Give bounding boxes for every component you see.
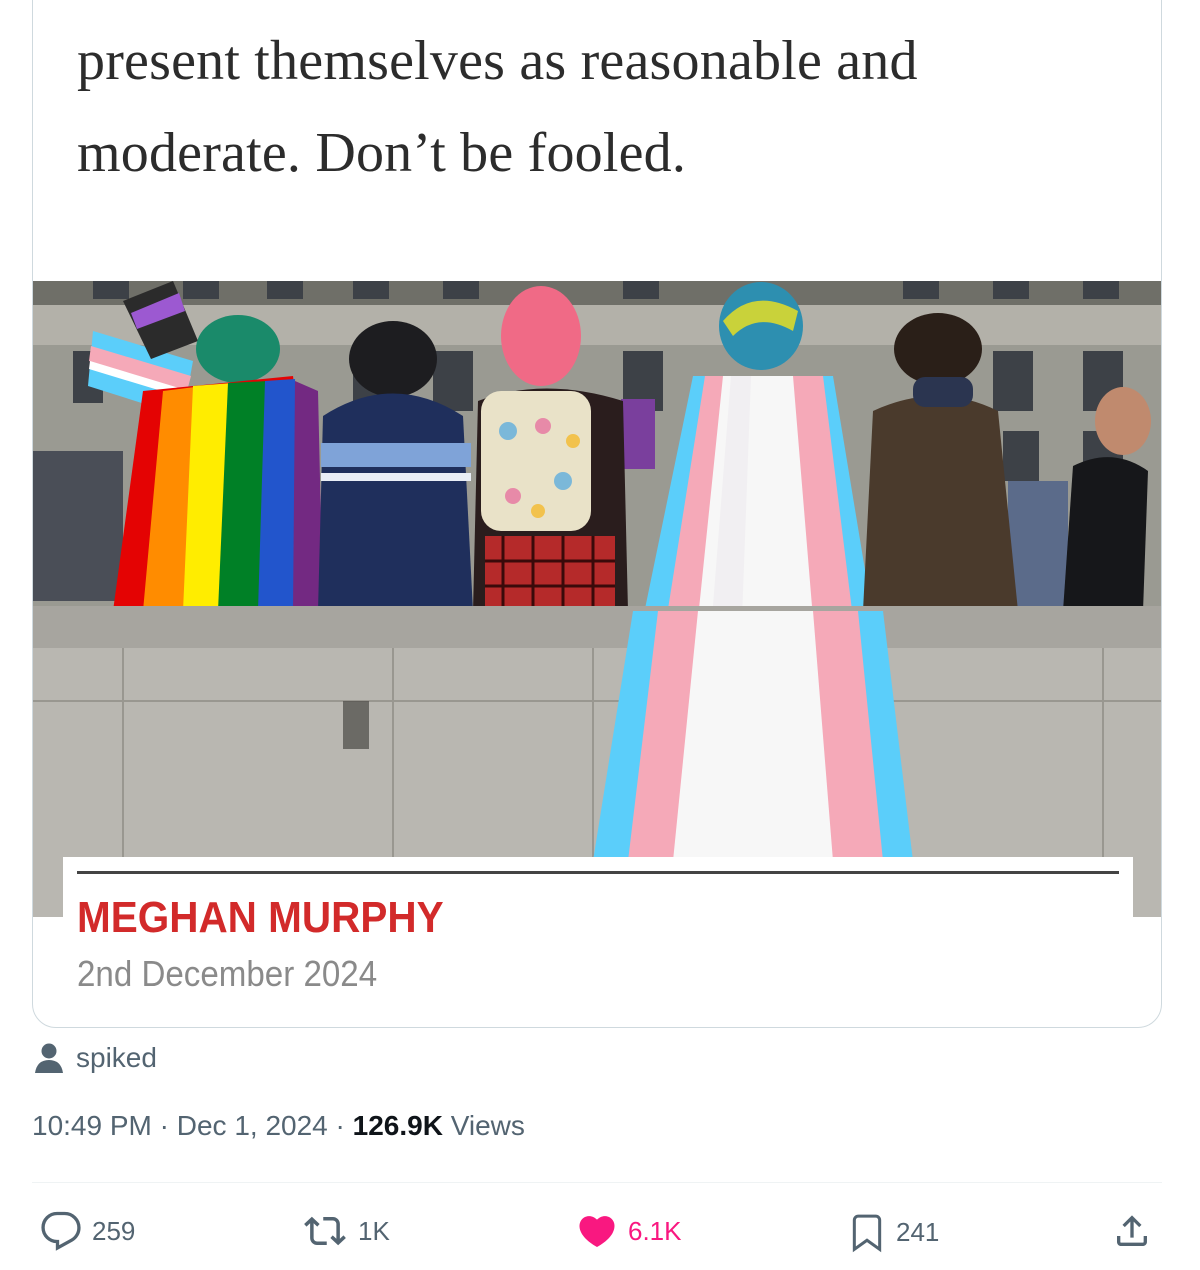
person-icon (35, 1043, 63, 1073)
repost-icon (304, 1216, 346, 1246)
repost-count: 1K (358, 1215, 390, 1246)
bookmark-button[interactable]: 241 (848, 1210, 939, 1254)
headline-line-1: present themselves as reasonable and (77, 30, 918, 92)
tweet-time[interactable]: 10:49 PM (32, 1110, 152, 1141)
reply-count: 259 (92, 1215, 136, 1246)
views-label: Views (450, 1110, 525, 1141)
meta-separator: · (335, 1110, 345, 1141)
like-button[interactable]: 6.1K (576, 1210, 682, 1252)
reply-button[interactable]: 259 (40, 1210, 135, 1252)
tweet-metadata: 10:49 PM · Dec 1, 2024 · 126.9K Views (32, 1110, 525, 1142)
heart-icon (579, 1216, 615, 1248)
share-button[interactable] (1112, 1210, 1152, 1252)
action-bar: 259 1K 6.1K 241 (32, 1200, 1162, 1260)
meta-separator: · (159, 1110, 169, 1141)
like-count: 6.1K (628, 1215, 682, 1246)
headline-line-2: moderate. Don’t be fooled. (77, 122, 687, 184)
views-count: 126.9K (352, 1110, 443, 1141)
share-icon (1117, 1215, 1147, 1246)
card-date: 2nd December 2024 (77, 953, 378, 994)
divider (32, 1182, 1162, 1183)
source-name: spiked (76, 1042, 157, 1073)
link-card[interactable]: present themselves as reasonable and mode… (32, 0, 1162, 1028)
byline-rule (77, 871, 1119, 874)
article-photo (33, 281, 1161, 917)
byline-panel: MEGHAN MURPHY 2nd December 2024 (63, 857, 1133, 1027)
card-author: MEGHAN MURPHY (77, 893, 444, 942)
bookmark-count: 241 (896, 1216, 940, 1247)
card-headline: present themselves as reasonable and mode… (77, 15, 1077, 199)
repost-button[interactable]: 1K (302, 1210, 390, 1252)
bookmark-icon (852, 1214, 882, 1253)
tweet-date[interactable]: Dec 1, 2024 (177, 1110, 328, 1141)
reply-icon (41, 1211, 81, 1251)
card-source[interactable]: spiked (34, 1040, 157, 1076)
